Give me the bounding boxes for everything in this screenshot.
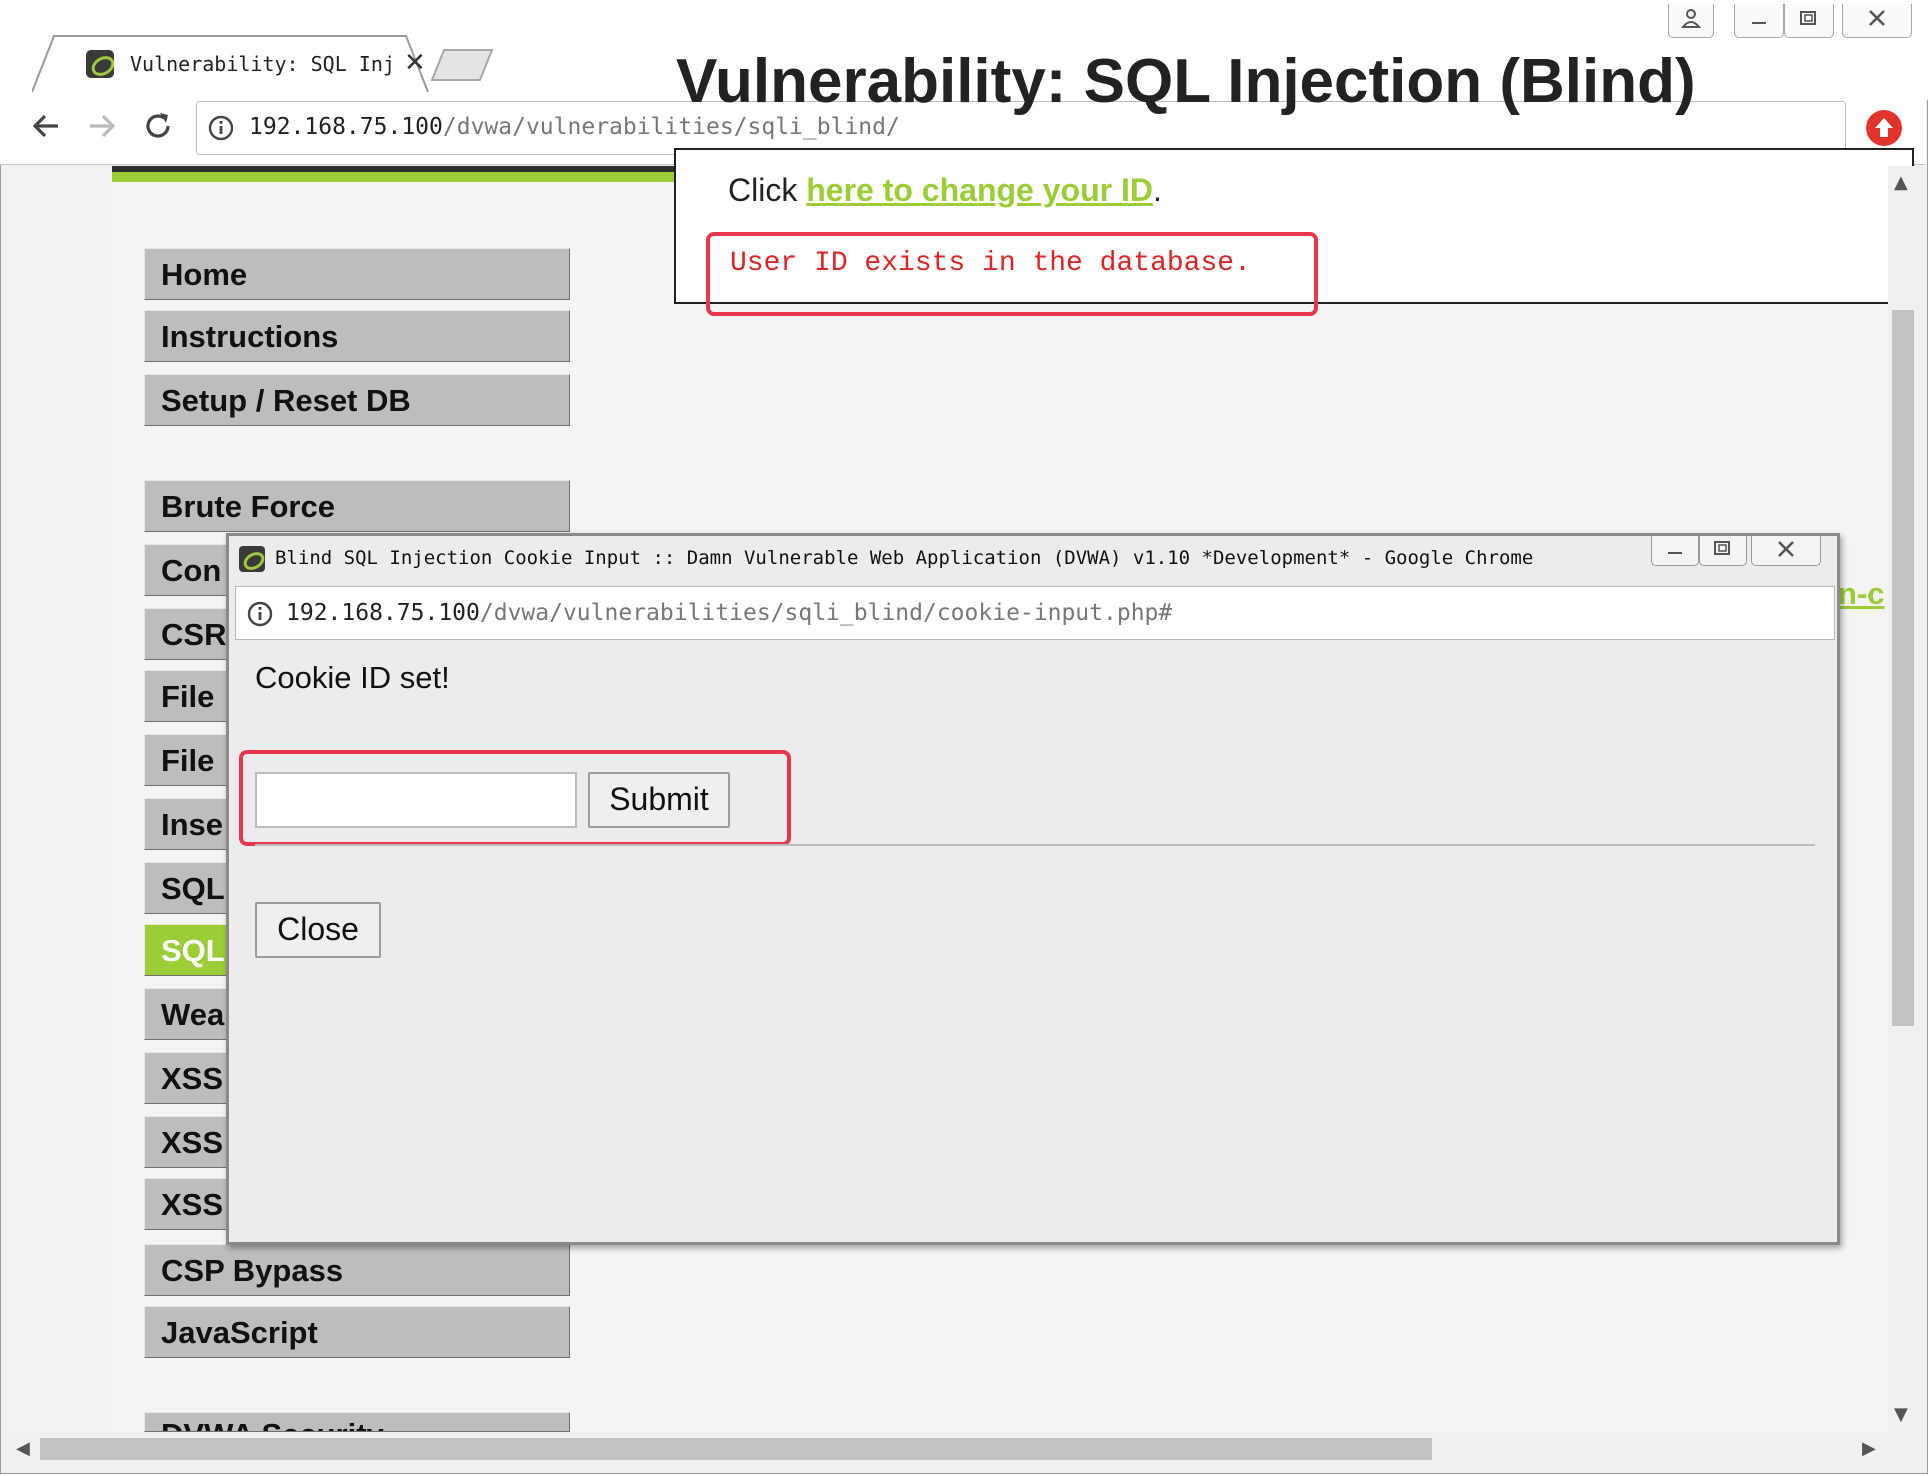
change-id-line: Click here to change your ID. bbox=[728, 172, 1162, 209]
reload-icon[interactable] bbox=[136, 104, 180, 148]
scroll-down-icon[interactable]: ▼ bbox=[1894, 1404, 1908, 1425]
more-info-link-fragment[interactable]: n-c bbox=[1838, 576, 1885, 612]
close-icon bbox=[1867, 8, 1887, 33]
sidebar-item-javascript[interactable]: JavaScript bbox=[144, 1306, 570, 1358]
restore-icon bbox=[1713, 539, 1733, 563]
page-title: Vulnerability: SQL Injection (Blind) bbox=[676, 47, 1696, 116]
sidebar-item-setup[interactable]: Setup / Reset DB bbox=[144, 374, 570, 426]
info-icon[interactable] bbox=[246, 600, 274, 628]
vertical-scroll-thumb[interactable] bbox=[1892, 310, 1914, 1026]
dvwa-favicon-icon bbox=[86, 50, 114, 78]
tab-close-icon[interactable]: ✕ bbox=[404, 48, 426, 78]
cookie-status-message: Cookie ID set! bbox=[255, 660, 450, 695]
minimize-icon bbox=[1666, 539, 1684, 563]
back-icon[interactable] bbox=[24, 104, 68, 148]
divider bbox=[255, 844, 1815, 846]
cookie-input-popup-window: Blind SQL Injection Cookie Input :: Damn… bbox=[226, 533, 1840, 1245]
popup-minimize-button[interactable] bbox=[1651, 536, 1699, 566]
popup-address-url: 192.168.75.100/dvwa/vulnerabilities/sqli… bbox=[286, 600, 1172, 626]
minimize-icon bbox=[1750, 8, 1768, 33]
url-path: /dvwa/vulnerabilities/sqli_blind/ bbox=[442, 114, 900, 140]
url-host: 192.168.75.100 bbox=[286, 600, 480, 626]
forward-icon[interactable] bbox=[80, 104, 124, 148]
sidebar-item-csp-bypass[interactable]: CSP Bypass bbox=[144, 1244, 570, 1296]
click-prefix: Click bbox=[728, 172, 807, 208]
dvwa-favicon-icon bbox=[239, 546, 265, 572]
popup-title: Blind SQL Injection Cookie Input :: Damn… bbox=[275, 547, 1534, 569]
scroll-right-icon[interactable]: ▶ bbox=[1862, 1438, 1876, 1459]
restore-icon bbox=[1799, 8, 1819, 33]
scroll-left-icon[interactable]: ◀ bbox=[16, 1438, 30, 1459]
popup-address-bar[interactable]: 192.168.75.100/dvwa/vulnerabilities/sqli… bbox=[235, 586, 1835, 640]
tab-title: Vulnerability: SQL Inj bbox=[130, 52, 395, 76]
user-icon bbox=[1680, 8, 1702, 34]
maximize-button[interactable] bbox=[1784, 4, 1834, 38]
new-tab-button[interactable] bbox=[430, 48, 496, 82]
horizontal-scroll-thumb[interactable] bbox=[40, 1438, 1432, 1460]
extension-icon[interactable] bbox=[1866, 110, 1902, 146]
sidebar-item-brute-force[interactable]: Brute Force bbox=[144, 480, 570, 532]
profile-button[interactable] bbox=[1668, 4, 1714, 38]
close-button[interactable]: Close bbox=[255, 902, 381, 958]
url-path: /dvwa/vulnerabilities/sqli_blind/cookie-… bbox=[479, 600, 1173, 626]
sidebar-item-instructions[interactable]: Instructions bbox=[144, 310, 570, 362]
click-suffix: . bbox=[1152, 172, 1162, 208]
close-icon bbox=[1776, 539, 1796, 563]
address-url: 192.168.75.100/dvwa/vulnerabilities/sqli… bbox=[249, 114, 900, 140]
url-host: 192.168.75.100 bbox=[249, 114, 443, 140]
tab-active[interactable]: Vulnerability: SQL Inj ✕ bbox=[32, 34, 429, 93]
popup-maximize-button[interactable] bbox=[1699, 536, 1747, 566]
scroll-up-icon[interactable]: ▲ bbox=[1894, 172, 1908, 193]
result-highlight-box bbox=[706, 232, 1318, 316]
minimize-button[interactable] bbox=[1734, 4, 1784, 38]
form-highlight-box bbox=[239, 750, 791, 846]
change-id-link[interactable]: here to change your ID bbox=[806, 172, 1153, 208]
sidebar-item-home[interactable]: Home bbox=[144, 248, 570, 300]
close-window-button[interactable] bbox=[1842, 4, 1912, 38]
popup-close-button[interactable] bbox=[1751, 536, 1821, 566]
info-icon[interactable] bbox=[207, 114, 235, 142]
sidebar-item-dvwa-security[interactable]: DVWA Security bbox=[144, 1412, 570, 1432]
